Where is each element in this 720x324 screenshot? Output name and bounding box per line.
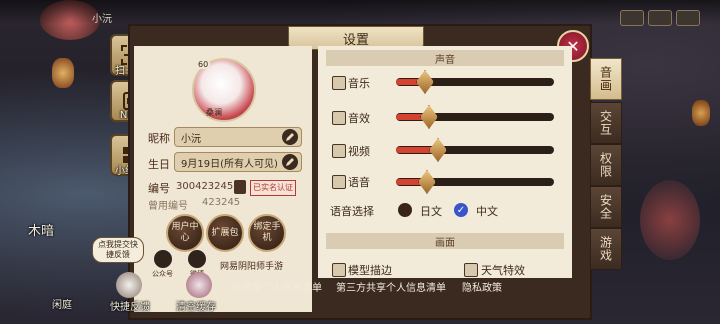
copy-icon[interactable] <box>234 180 246 194</box>
voice-select-label: 语音选择 <box>330 205 374 218</box>
radio-japanese[interactable] <box>398 203 412 217</box>
sound-section-header: 声音 <box>326 50 564 66</box>
voice-checkbox[interactable] <box>332 175 346 189</box>
model-outline-label: 模型描边 <box>348 264 392 277</box>
chat-icon[interactable] <box>648 10 672 26</box>
old-id-label: 曾用编号 <box>148 201 188 212</box>
player-name: 小沅 <box>92 14 112 25</box>
sfx-slider[interactable] <box>396 105 554 129</box>
wechat-icon[interactable] <box>154 250 172 268</box>
area-label: 木暗 <box>28 224 55 239</box>
edit-nickname-icon[interactable] <box>282 129 298 145</box>
clear-cache-label[interactable]: 清空缓存 <box>176 298 216 313</box>
video-checkbox[interactable] <box>332 144 346 158</box>
video-slider[interactable] <box>396 138 554 162</box>
weather-effect-checkbox[interactable] <box>464 263 478 277</box>
menu-icon[interactable] <box>620 10 644 26</box>
old-id-value: 423245 <box>202 197 241 208</box>
music-checkbox[interactable] <box>332 76 346 90</box>
clear-cache-icon[interactable] <box>186 272 212 298</box>
background-lantern <box>52 58 74 88</box>
weibo-icon[interactable] <box>188 250 206 268</box>
tab-interaction[interactable]: 交互 <box>590 102 622 144</box>
wechat-label: 公众号 <box>152 270 173 278</box>
video-label: 视频 <box>348 145 370 158</box>
game-account-label: 网易阴阳师手游 <box>220 262 284 272</box>
user-center-button[interactable]: 用户中心 <box>166 214 204 252</box>
model-outline-checkbox[interactable] <box>332 263 346 277</box>
feedback-label[interactable]: 快捷反馈 <box>110 298 150 313</box>
check-icon: ✓ <box>456 204 466 216</box>
verified-badge: 已实名认证 <box>250 180 296 196</box>
courtyard-label[interactable]: 闲庭 <box>52 296 72 311</box>
graphics-section-header: 画面 <box>326 233 564 249</box>
voice-label: 语音 <box>348 176 370 189</box>
voice-slider[interactable] <box>396 170 554 194</box>
third-party-info-link[interactable]: 第三方共享个人信息清单 <box>336 279 446 294</box>
tab-permissions[interactable]: 权限 <box>590 144 622 186</box>
radio-chinese-label: 中文 <box>476 205 498 218</box>
tab-security[interactable]: 安全 <box>590 186 622 228</box>
expansion-pack-button[interactable]: 扩展包 <box>206 214 244 252</box>
id-label: 编号 <box>148 182 170 195</box>
nickname-label: 昵称 <box>148 132 170 145</box>
sfx-checkbox[interactable] <box>332 111 346 125</box>
collected-info-link[interactable]: 已收集个人信息清单 <box>232 279 322 294</box>
privacy-policy-link[interactable]: 隐私政策 <box>462 279 502 294</box>
avatar-name: 桑澜 <box>206 108 222 117</box>
sfx-label: 音效 <box>348 112 370 125</box>
avatar-level: 60 <box>196 60 211 69</box>
background-lantern <box>692 100 710 126</box>
radio-japanese-label: 日文 <box>420 205 442 218</box>
tab-game[interactable]: 游戏 <box>590 228 622 270</box>
music-label: 音乐 <box>348 77 370 90</box>
background-character <box>640 180 700 260</box>
mail-icon[interactable] <box>676 10 700 26</box>
tab-audio-visual[interactable]: 音画 <box>590 58 622 100</box>
feedback-bubble[interactable]: 点我提交快捷反馈 <box>92 237 144 263</box>
music-slider[interactable] <box>396 70 554 94</box>
settings-tab-bar: 音画 交互 权限 安全 游戏 <box>588 46 622 276</box>
feedback-character-icon[interactable] <box>116 272 142 298</box>
id-value: 300423245 <box>176 181 234 192</box>
birthday-label: 生日 <box>148 158 170 171</box>
edit-birthday-icon[interactable] <box>282 154 298 170</box>
radio-chinese[interactable]: ✓ <box>454 203 468 217</box>
weather-effect-label: 天气特效 <box>481 264 525 277</box>
bind-phone-button[interactable]: 绑定手机 <box>248 214 286 252</box>
